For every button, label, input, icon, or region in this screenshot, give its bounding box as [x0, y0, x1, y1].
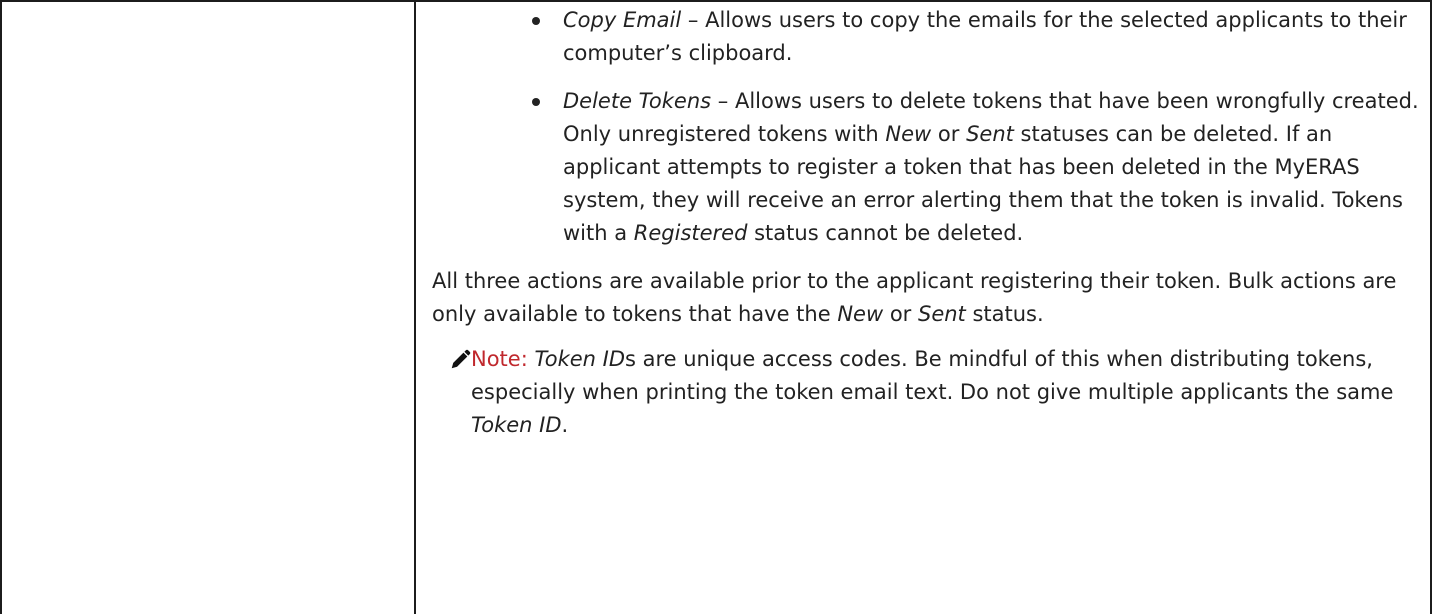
bullet-dot-icon: [532, 98, 540, 106]
note-text-2: .: [561, 413, 569, 437]
paragraph-text-2: or: [883, 302, 918, 326]
paragraph-status-sent: Sent: [917, 302, 966, 326]
list-item-delete-tokens: Delete Tokens – Allows users to delete t…: [432, 85, 1422, 250]
bullet-dot-icon: [532, 17, 540, 25]
cell-content: Copy Email – Allows users to copy the em…: [432, 4, 1422, 442]
delete-tokens-text-2: or: [931, 122, 967, 146]
paragraph-text-3: status.: [965, 302, 1044, 326]
note-token-id-term: Token ID: [534, 347, 625, 371]
note-token-id-term-2: Token ID: [471, 413, 562, 437]
table-left-cell: [0, 0, 416, 614]
actions-availability-paragraph: All three actions are available prior to…: [432, 265, 1422, 331]
delete-tokens-text-4: status cannot be deleted.: [747, 221, 1024, 245]
delete-tokens-term: Delete Tokens: [563, 89, 712, 113]
status-sent: Sent: [966, 122, 1014, 146]
bulk-actions-list: Copy Email – Allows users to copy the em…: [432, 4, 1422, 250]
table-right-cell: Copy Email – Allows users to copy the em…: [414, 0, 1432, 614]
delete-tokens-dash: –: [711, 89, 735, 113]
note-callout: Note: Token IDs are unique access codes.…: [432, 343, 1422, 442]
note-label: Note:: [471, 347, 528, 371]
copy-email-term: Copy Email: [563, 8, 682, 32]
paragraph-status-new: New: [837, 302, 884, 326]
document-table: Copy Email – Allows users to copy the em…: [0, 0, 1439, 614]
list-item-copy-email: Copy Email – Allows users to copy the em…: [432, 4, 1422, 70]
pencil-icon: [451, 349, 471, 369]
status-new: New: [885, 122, 932, 146]
copy-email-dash: –: [681, 8, 706, 32]
status-registered: Registered: [633, 221, 748, 245]
